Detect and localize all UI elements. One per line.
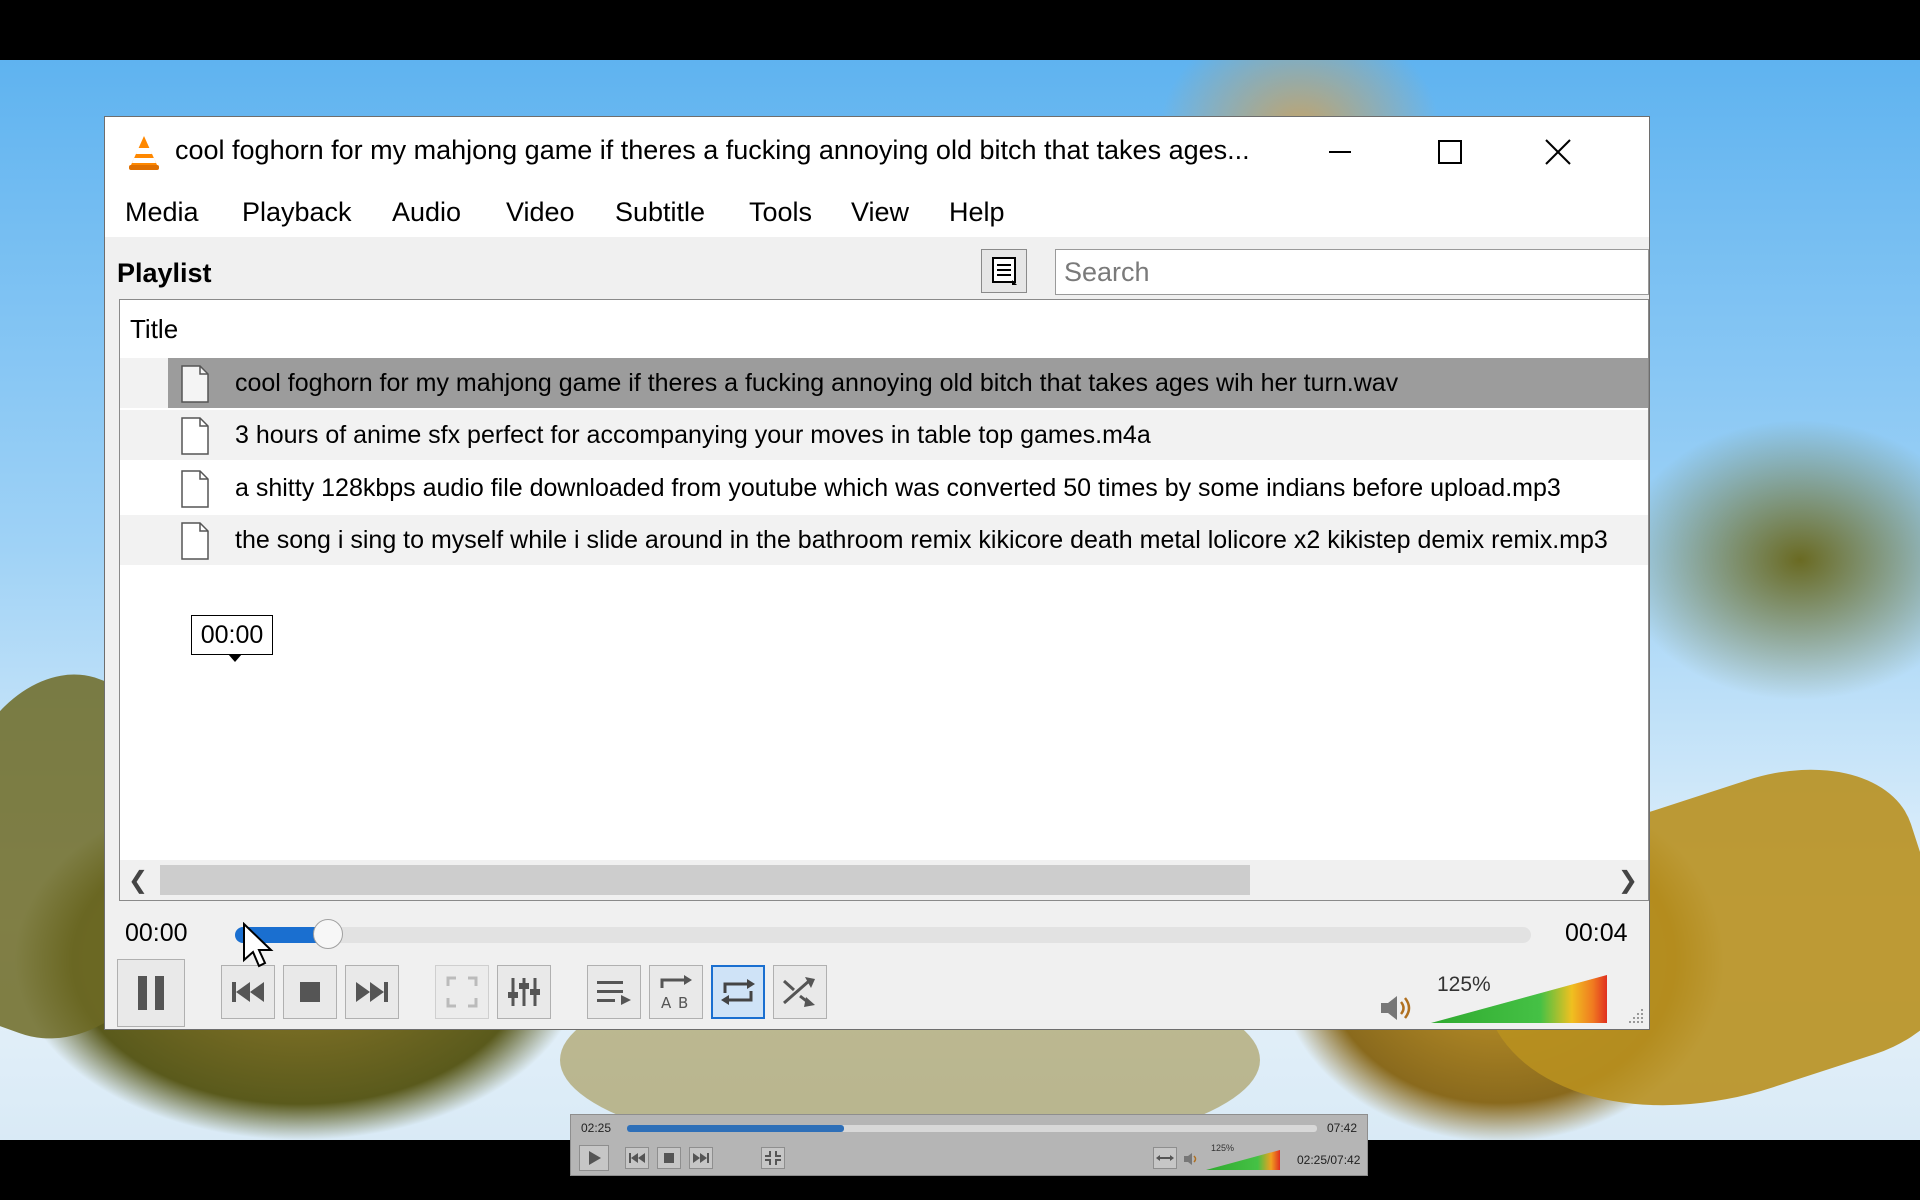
previous-icon — [629, 1153, 645, 1163]
fullscreen-button[interactable] — [435, 965, 489, 1019]
playlist-row[interactable]: a shitty 128kbps audio file downloaded f… — [120, 463, 1648, 513]
menu-tools[interactable]: Tools — [749, 197, 812, 228]
fs-seek-slider[interactable] — [627, 1125, 1317, 1132]
ab-loop-icon: AB — [660, 975, 692, 1012]
file-icon — [181, 522, 209, 560]
exit-fullscreen-icon — [765, 1151, 781, 1165]
row-title: the song i sing to myself while i slide … — [235, 526, 1608, 554]
fs-exit-fullscreen-button[interactable] — [761, 1147, 785, 1169]
menu-video[interactable]: Video — [506, 197, 575, 228]
playlist-search-input[interactable] — [1055, 249, 1649, 295]
aspect-ratio-icon — [1156, 1155, 1174, 1161]
fs-aspect-button[interactable] — [1153, 1147, 1177, 1169]
previous-icon — [232, 982, 264, 1002]
scroll-left-icon[interactable]: ❮ — [128, 866, 148, 895]
vlc-window: cool foghorn for my mahjong game if ther… — [104, 116, 1650, 1030]
loop-button[interactable] — [711, 965, 765, 1019]
seek-tooltip: 00:00 — [191, 615, 273, 662]
previous-button[interactable] — [221, 965, 275, 1019]
scrollbar-thumb[interactable] — [160, 865, 1250, 895]
fs-play-button[interactable] — [579, 1145, 609, 1171]
menu-view[interactable]: View — [851, 197, 909, 228]
horizontal-scrollbar[interactable]: ❮ ❯ — [120, 860, 1648, 900]
fs-speaker-icon[interactable] — [1183, 1151, 1199, 1167]
pause-icon — [138, 976, 164, 1010]
minimize-button[interactable] — [1295, 123, 1385, 181]
fullscreen-icon — [446, 976, 478, 1008]
maximize-icon — [1438, 140, 1462, 164]
window-title: cool foghorn for my mahjong game if ther… — [175, 135, 1250, 165]
row-title: 3 hours of anime sfx perfect for accompa… — [235, 421, 1151, 449]
play-icon — [589, 1151, 601, 1165]
column-header-title[interactable]: Title — [130, 314, 178, 345]
playlist-row[interactable]: the song i sing to myself while i slide … — [120, 515, 1648, 565]
speaker-icon[interactable] — [1379, 993, 1417, 1023]
scroll-right-icon[interactable]: ❯ — [1618, 866, 1638, 895]
seek-slider[interactable] — [235, 919, 1531, 949]
resize-grip-icon[interactable] — [1627, 1007, 1645, 1025]
fs-seek-progress — [627, 1125, 845, 1132]
stop-icon — [300, 982, 320, 1002]
file-icon — [181, 365, 209, 403]
playlist-heading: Playlist — [117, 258, 212, 288]
fs-previous-button[interactable] — [625, 1147, 649, 1169]
fullscreen-controller: 02:25 07:42 125% 02:25/07:42 — [570, 1114, 1368, 1176]
mouse-cursor-icon — [243, 922, 274, 968]
playlist-view-button[interactable] — [981, 249, 1027, 293]
menu-playback[interactable]: Playback — [242, 197, 352, 228]
file-icon — [181, 417, 209, 455]
toggle-playlist-button[interactable] — [587, 965, 641, 1019]
volume-slider[interactable] — [1429, 973, 1609, 1025]
menu-help[interactable]: Help — [949, 197, 1005, 228]
total-time[interactable]: 00:04 — [1565, 919, 1628, 948]
stop-icon — [664, 1153, 674, 1163]
pause-button[interactable] — [117, 959, 185, 1027]
maximize-button[interactable] — [1405, 123, 1495, 181]
svg-text:A: A — [661, 994, 672, 1012]
fs-timecode[interactable]: 02:25/07:42 — [1297, 1153, 1360, 1167]
row-title: a shitty 128kbps audio file downloaded f… — [235, 474, 1561, 502]
loop-icon — [721, 979, 755, 1005]
close-button[interactable] — [1513, 123, 1603, 181]
file-icon — [181, 470, 209, 508]
fs-elapsed-time[interactable]: 02:25 — [581, 1121, 611, 1135]
seek-handle[interactable] — [312, 919, 343, 949]
volume-level — [1431, 975, 1607, 1023]
fs-volume-slider[interactable] — [1205, 1149, 1281, 1171]
row-indent — [120, 358, 168, 408]
playlist-row[interactable]: cool foghorn for my mahjong game if ther… — [120, 358, 1648, 408]
next-icon — [693, 1153, 709, 1163]
next-button[interactable] — [345, 965, 399, 1019]
svg-text:B: B — [678, 994, 688, 1012]
list-view-icon — [992, 257, 1017, 285]
fs-stop-button[interactable] — [657, 1147, 681, 1169]
menu-subtitle[interactable]: Subtitle — [615, 197, 705, 228]
playlist-row[interactable]: 3 hours of anime sfx perfect for accompa… — [120, 410, 1648, 460]
vlc-cone-icon — [129, 136, 159, 170]
fs-next-button[interactable] — [689, 1147, 713, 1169]
menu-bar: Media Playback Audio Video Subtitle Tool… — [105, 187, 1649, 237]
minimize-icon — [1329, 151, 1351, 153]
elapsed-time[interactable]: 00:00 — [125, 919, 188, 948]
extended-settings-button[interactable] — [497, 965, 551, 1019]
fs-total-time[interactable]: 07:42 — [1327, 1121, 1357, 1135]
extended-settings-icon — [508, 978, 540, 1006]
playlist-icon — [597, 981, 631, 1005]
ab-loop-button[interactable]: AB — [649, 965, 703, 1019]
shuffle-button[interactable] — [773, 965, 827, 1019]
close-icon — [1545, 139, 1571, 165]
title-bar[interactable]: cool foghorn for my mahjong game if ther… — [105, 117, 1649, 187]
shuffle-icon — [782, 977, 815, 1007]
menu-media[interactable]: Media — [125, 197, 199, 228]
stop-button[interactable] — [283, 965, 337, 1019]
playlist-table[interactable]: Title cool foghorn for my mahjong game i… — [119, 299, 1649, 901]
menu-audio[interactable]: Audio — [392, 197, 461, 228]
next-icon — [356, 982, 388, 1002]
row-title: cool foghorn for my mahjong game if ther… — [235, 369, 1399, 397]
